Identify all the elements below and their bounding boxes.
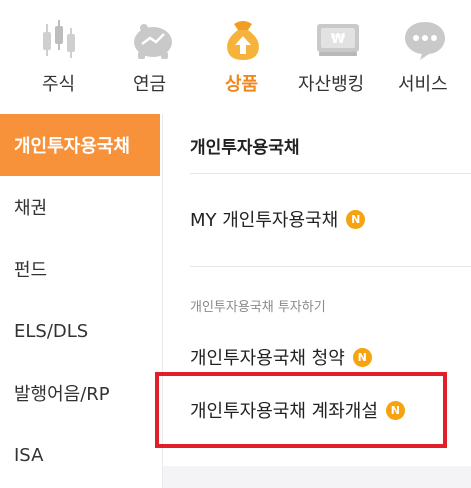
category-sidebar: 개인투자용국채 채권 펀드 ELS/DLS 발행어음/RP ISA	[0, 114, 160, 488]
money-bag-icon	[227, 21, 259, 60]
nav-item-services[interactable]: 서비스	[398, 0, 450, 104]
nav-label-asset-banking: 자산뱅킹	[298, 74, 365, 95]
sidebar-item-gov-bond[interactable]: 개인투자용국채	[0, 114, 160, 176]
highlight-box	[155, 372, 447, 448]
nav-label-pension: 연금	[133, 74, 167, 95]
new-badge: N	[346, 209, 366, 229]
divider	[190, 173, 471, 174]
gov-bond-subscribe-label: 개인투자용국채 청약	[190, 348, 345, 369]
nav-item-stocks[interactable]: 주식	[35, 0, 85, 104]
gov-bond-subscribe-link[interactable]: 개인투자용국채 청약 N	[190, 344, 372, 370]
sidebar-item-funds[interactable]: 펀드	[0, 238, 160, 300]
chat-bubble-icon	[405, 22, 445, 60]
divider	[190, 266, 471, 267]
nav-label-services: 서비스	[398, 74, 448, 95]
new-badge: N	[352, 347, 372, 367]
piggy-bank-icon	[134, 24, 172, 59]
nav-label-products: 상품	[225, 74, 259, 95]
sidebar-item-bonds[interactable]: 채권	[0, 176, 160, 238]
nav-item-products[interactable]: 상품	[218, 0, 268, 104]
section-caption: 개인투자용국채 투자하기	[190, 300, 326, 315]
top-navigation: 주식 연금 상품 ₩ 자산뱅킹 서비스	[0, 0, 471, 104]
my-gov-bond-link[interactable]: MY 개인투자용국채 N	[190, 206, 366, 232]
sidebar-item-notes-rp[interactable]: 발행어음/RP	[0, 362, 160, 424]
sidebar-item-els-dls[interactable]: ELS/DLS	[0, 300, 160, 362]
page-title: 개인투자용국채	[190, 138, 300, 158]
my-gov-bond-label: MY 개인투자용국채	[190, 210, 339, 231]
stock-candles-icon	[43, 20, 75, 58]
bottom-background	[163, 466, 471, 488]
svg-text:₩: ₩	[331, 32, 346, 47]
nav-label-stocks: 주식	[42, 74, 76, 95]
nav-item-pension[interactable]: 연금	[128, 0, 178, 104]
nav-item-asset-banking[interactable]: ₩ 자산뱅킹	[298, 0, 364, 104]
sidebar-item-isa[interactable]: ISA	[0, 424, 160, 486]
won-card-icon: ₩	[317, 24, 359, 56]
